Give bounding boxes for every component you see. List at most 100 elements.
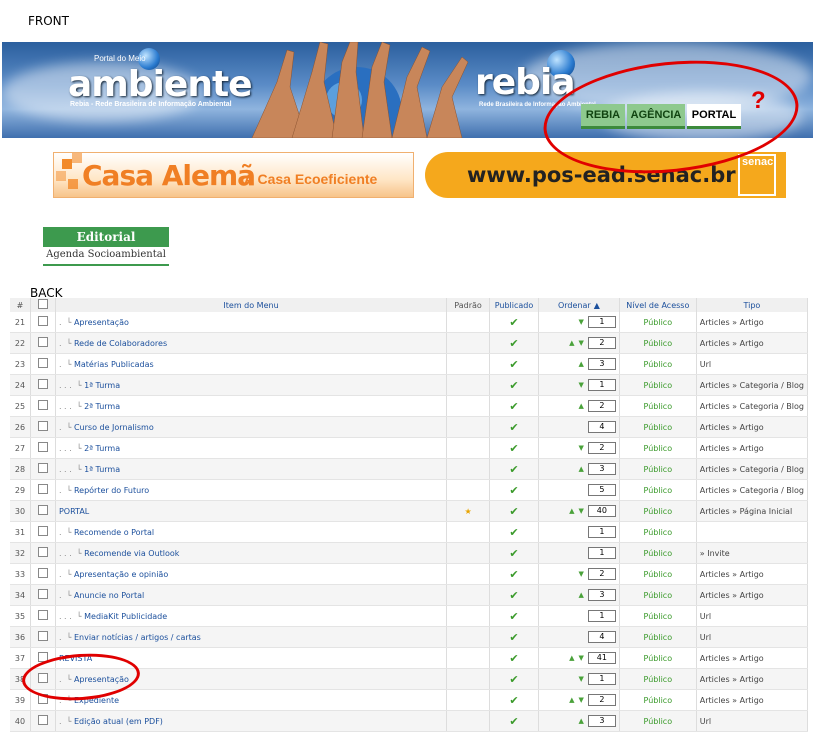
published-check-icon[interactable]: ✔: [489, 353, 539, 375]
row-item[interactable]: . . . └ MediaKit Publicidade: [55, 605, 448, 627]
row-checkbox[interactable]: [30, 353, 56, 375]
order-input[interactable]: 4: [587, 421, 616, 433]
order-down-icon[interactable]: ▼: [578, 675, 583, 683]
row-checkbox[interactable]: [30, 626, 56, 648]
row-checkbox[interactable]: [30, 312, 56, 333]
order-input[interactable]: 5: [587, 484, 616, 496]
agenda-socioambiental-link[interactable]: Agenda Socioambiental: [43, 249, 169, 266]
row-access[interactable]: Público: [619, 668, 697, 690]
row-item-label[interactable]: 1ª Turma: [84, 465, 120, 474]
published-check-icon[interactable]: ✔: [489, 626, 539, 648]
row-item-label[interactable]: Matérias Publicadas: [74, 360, 154, 369]
order-input[interactable]: 4: [587, 631, 616, 643]
row-checkbox[interactable]: [30, 542, 56, 564]
default-star-icon[interactable]: [446, 395, 491, 417]
default-star-icon[interactable]: [446, 605, 491, 627]
row-item[interactable]: . └ Curso de Jornalismo: [55, 416, 448, 438]
row-item[interactable]: . . . └ Recomende via Outlook: [55, 542, 448, 564]
default-star-icon[interactable]: [446, 312, 491, 333]
order-up-icon[interactable]: ▲: [578, 591, 583, 599]
row-item[interactable]: . └ Enviar notícias / artigos / cartas: [55, 626, 448, 648]
casa-alema-ad[interactable]: Casa Alemã A Casa Ecoeficiente: [53, 152, 414, 198]
order-input[interactable]: 2: [587, 568, 616, 580]
row-access[interactable]: Público: [619, 626, 697, 648]
row-item[interactable]: . └ Apresentação e opinião: [55, 563, 448, 585]
row-access[interactable]: Público: [619, 416, 697, 438]
order-input[interactable]: 2: [587, 442, 616, 454]
published-check-icon[interactable]: ✔: [489, 437, 539, 459]
order-up-icon[interactable]: ▲: [569, 696, 574, 704]
published-check-icon[interactable]: ✔: [489, 312, 539, 333]
col-order[interactable]: Ordenar ▲: [538, 298, 620, 312]
published-check-icon[interactable]: ✔: [489, 374, 539, 396]
published-check-icon[interactable]: ✔: [489, 500, 539, 522]
order-input[interactable]: 1: [587, 316, 616, 328]
row-access[interactable]: Público: [619, 332, 697, 354]
default-star-icon[interactable]: [446, 710, 491, 732]
row-item[interactable]: . └ Repórter do Futuro: [55, 479, 448, 501]
row-item-label[interactable]: Repórter do Futuro: [74, 486, 149, 495]
row-item-label[interactable]: Apresentação: [74, 318, 129, 327]
order-input[interactable]: 1: [587, 610, 616, 622]
row-checkbox[interactable]: [30, 374, 56, 396]
row-access[interactable]: Público: [619, 563, 697, 585]
col-access[interactable]: Nível de Acesso: [619, 298, 697, 312]
order-down-icon[interactable]: ▼: [578, 381, 583, 389]
published-check-icon[interactable]: ✔: [489, 689, 539, 711]
col-default[interactable]: Padrão: [446, 298, 491, 312]
row-checkbox[interactable]: [30, 605, 56, 627]
row-item[interactable]: . . . └ 1ª Turma: [55, 374, 448, 396]
default-star-icon[interactable]: [446, 584, 491, 606]
order-up-icon[interactable]: ▲: [578, 465, 583, 473]
default-star-icon[interactable]: [446, 374, 491, 396]
row-checkbox[interactable]: [30, 332, 56, 354]
row-checkbox[interactable]: [30, 500, 56, 522]
row-item[interactable]: . . . └ 1ª Turma: [55, 458, 448, 480]
order-input[interactable]: 3: [587, 463, 616, 475]
row-checkbox[interactable]: [30, 563, 56, 585]
row-item[interactable]: . └ Rede de Colaboradores: [55, 332, 448, 354]
order-input[interactable]: 1: [587, 673, 616, 685]
order-input[interactable]: 2: [587, 694, 616, 706]
order-up-icon[interactable]: ▲: [569, 339, 574, 347]
published-check-icon[interactable]: ✔: [489, 563, 539, 585]
default-star-icon[interactable]: [446, 626, 491, 648]
row-access[interactable]: Público: [619, 312, 697, 333]
row-item-label[interactable]: Recomende o Portal: [74, 528, 154, 537]
row-access[interactable]: Público: [619, 353, 697, 375]
order-input[interactable]: 40: [587, 505, 616, 517]
row-item[interactable]: . └ Matérias Publicadas: [55, 353, 448, 375]
row-item-label[interactable]: Recomende via Outlook: [84, 549, 179, 558]
col-item[interactable]: Item do Menu: [55, 298, 448, 312]
row-access[interactable]: Público: [619, 395, 697, 417]
default-star-icon[interactable]: [446, 479, 491, 501]
order-input[interactable]: 1: [587, 379, 616, 391]
published-check-icon[interactable]: ✔: [489, 416, 539, 438]
order-up-icon[interactable]: ▲: [569, 507, 574, 515]
row-item-label[interactable]: Rede de Colaboradores: [74, 339, 167, 348]
published-check-icon[interactable]: ✔: [489, 584, 539, 606]
logo-ambiente[interactable]: ambiente: [68, 64, 253, 105]
order-input[interactable]: 3: [587, 715, 616, 727]
published-check-icon[interactable]: ✔: [489, 332, 539, 354]
row-access[interactable]: Público: [619, 500, 697, 522]
row-access[interactable]: Público: [619, 605, 697, 627]
order-input[interactable]: 3: [587, 589, 616, 601]
row-checkbox[interactable]: [30, 395, 56, 417]
row-item[interactable]: PORTAL: [55, 500, 448, 522]
published-check-icon[interactable]: ✔: [489, 542, 539, 564]
order-up-icon[interactable]: ▲: [578, 717, 583, 725]
order-input[interactable]: 2: [587, 400, 616, 412]
default-star-icon[interactable]: [446, 563, 491, 585]
order-up-icon[interactable]: ▲: [569, 654, 574, 662]
row-item-label[interactable]: Anuncie no Portal: [74, 591, 144, 600]
row-access[interactable]: Público: [619, 479, 697, 501]
published-check-icon[interactable]: ✔: [489, 647, 539, 669]
order-down-icon[interactable]: ▼: [578, 339, 583, 347]
published-check-icon[interactable]: ✔: [489, 605, 539, 627]
col-checkall[interactable]: [30, 298, 56, 312]
row-item-label[interactable]: Edição atual (em PDF): [74, 717, 163, 726]
row-checkbox[interactable]: [30, 479, 56, 501]
default-star-icon[interactable]: [446, 416, 491, 438]
order-down-icon[interactable]: ▼: [578, 318, 583, 326]
